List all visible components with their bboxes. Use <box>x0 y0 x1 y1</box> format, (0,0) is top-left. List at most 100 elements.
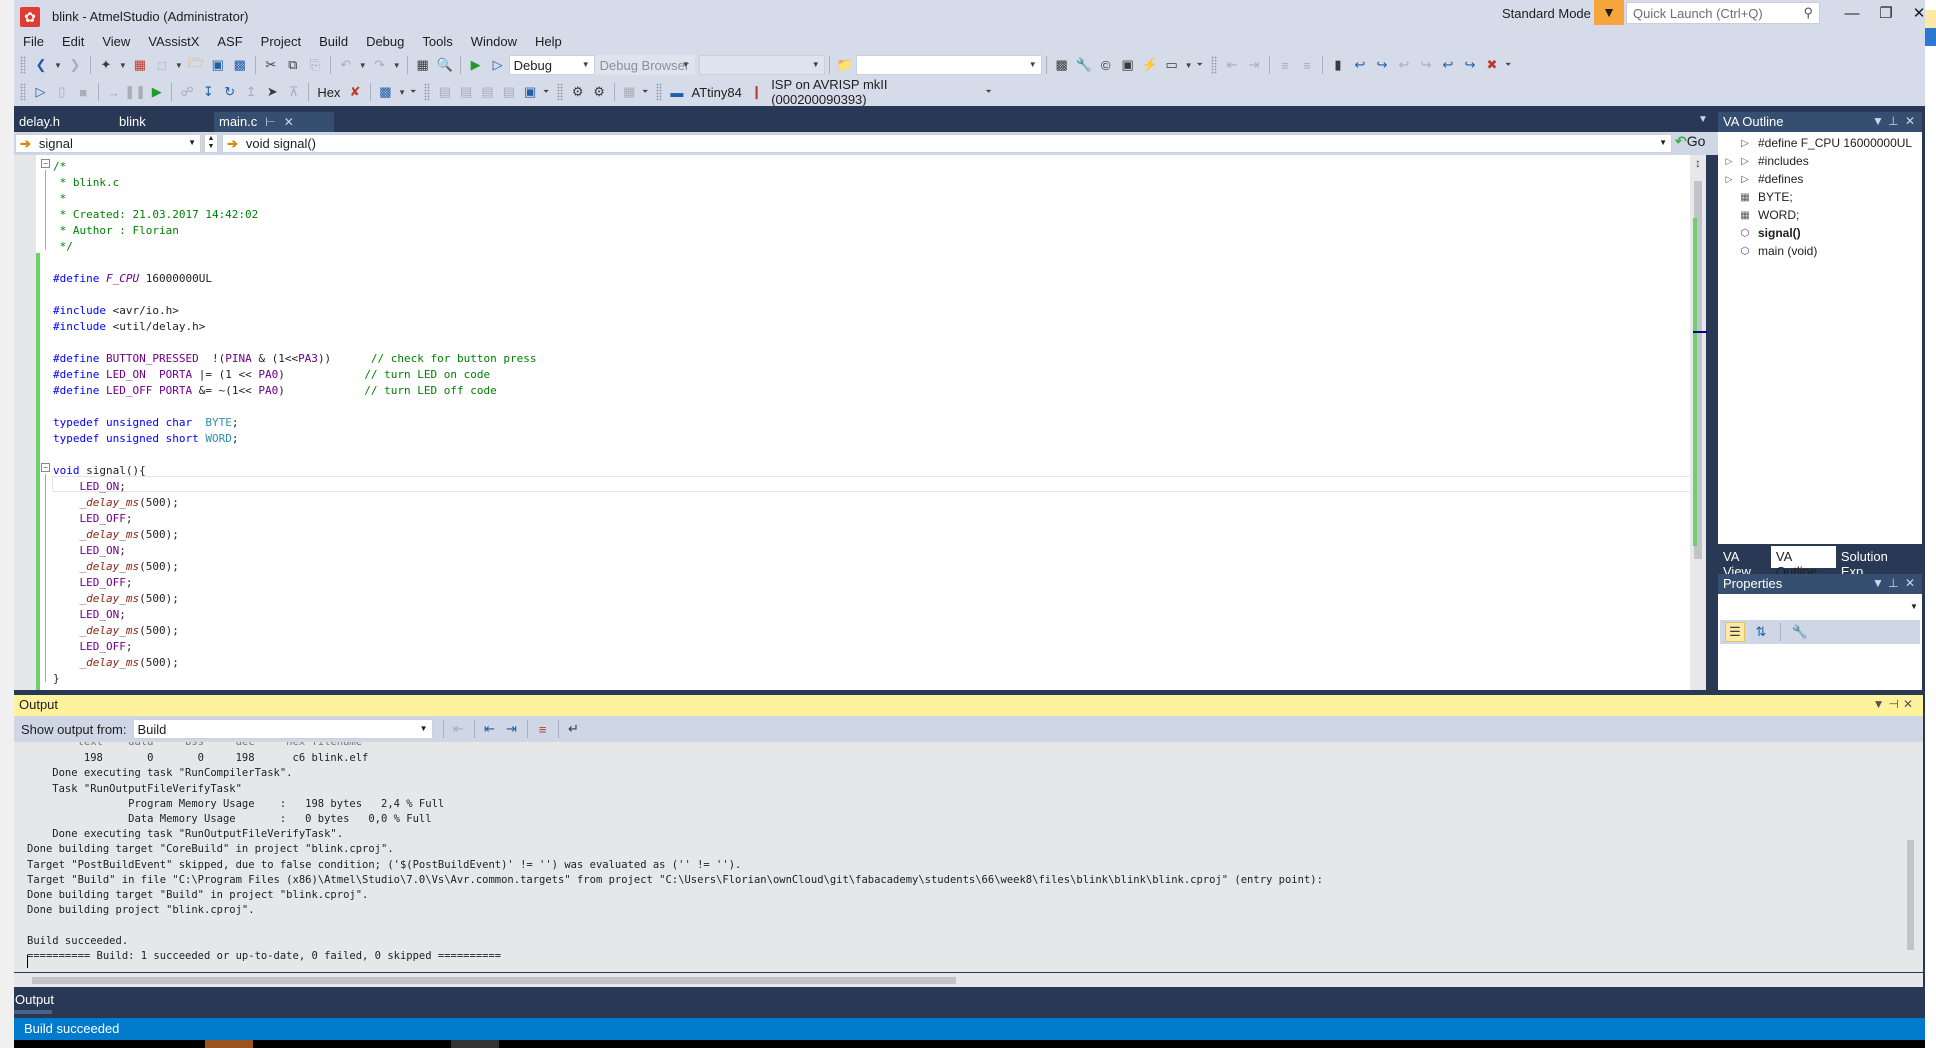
toolbar-grip[interactable] <box>424 83 431 101</box>
taskbar-item[interactable] <box>205 1040 253 1048</box>
outline-item[interactable]: ▦ BYTE; <box>1718 188 1922 206</box>
menu-asf[interactable]: ASF <box>208 32 251 52</box>
panel-menu-icon[interactable]: ▼ <box>1873 697 1889 711</box>
close-panel-icon[interactable]: ✕ <box>1903 697 1917 711</box>
undo-icon[interactable]: ↶ <box>336 55 356 75</box>
toolbar-overflow-icon[interactable]: ⏷ <box>985 87 991 97</box>
processor-status-icon[interactable]: ▣ <box>521 82 540 102</box>
menu-tools[interactable]: Tools <box>413 32 461 52</box>
toolbar-overflow-icon[interactable]: ⏷ <box>543 87 549 97</box>
menu-project[interactable]: Project <box>252 32 310 52</box>
start-debugging-icon[interactable]: ▶ <box>466 55 486 75</box>
memory-icon[interactable]: ▤ <box>478 82 497 102</box>
tool-selector[interactable]: ISP on AVRISP mkII (000200090393) <box>767 77 983 107</box>
expand-icon[interactable]: ▷ <box>1722 156 1736 167</box>
undo-dropdown-icon[interactable]: ▼ <box>359 61 367 70</box>
minimize-button[interactable]: — <box>1837 3 1867 25</box>
run-to-cursor-icon[interactable]: ➤ <box>263 82 282 102</box>
menu-help[interactable]: Help <box>526 32 571 52</box>
step-over-icon[interactable]: ↻ <box>220 82 239 102</box>
taskbar-item[interactable] <box>451 1040 499 1048</box>
toolbar-overflow-icon[interactable]: ⏷ <box>410 87 416 97</box>
toolbar-grip[interactable] <box>20 83 26 101</box>
breakpoints-window-icon[interactable]: ▩ <box>376 82 395 102</box>
toolbar-overflow-icon[interactable]: ⏷ <box>1505 60 1511 70</box>
find-in-files-icon[interactable]: 📁 <box>835 55 855 75</box>
find-message-in-code-icon[interactable]: ⇤ <box>449 719 469 739</box>
quick-build-icon[interactable]: ⚡ <box>1140 55 1160 75</box>
menu-debug[interactable]: Debug <box>357 32 413 52</box>
extensions-icon[interactable]: © <box>1096 55 1116 75</box>
quickwatch-icon[interactable]: ☍ <box>177 82 196 102</box>
categorized-icon[interactable]: ☰ <box>1725 622 1745 642</box>
redo-icon[interactable]: ↷ <box>370 55 390 75</box>
close-panel-icon[interactable]: ✕ <box>1905 576 1915 590</box>
increase-indent-icon[interactable]: ⇥ <box>1244 55 1264 75</box>
pin-icon[interactable]: ⊣ <box>1888 697 1902 711</box>
terminal-icon[interactable]: ▭ <box>1162 55 1182 75</box>
copy-icon[interactable]: ⧉ <box>283 55 303 75</box>
member-select[interactable]: ➔ void signal() ▼ <box>222 134 1672 153</box>
disable-breakpoints-icon[interactable]: ✘ <box>345 82 364 102</box>
object-select-dropdown-icon[interactable]: ▼ <box>1910 602 1918 611</box>
next-message-icon[interactable]: ⇥ <box>502 719 522 739</box>
show-next-statement-icon[interactable]: → <box>104 82 123 102</box>
add-item-icon[interactable]: □ <box>152 55 172 75</box>
terminal-dropdown-icon[interactable]: ▼ <box>1185 61 1193 70</box>
tab-overflow-dropdown-icon[interactable]: ▼ <box>1698 114 1708 125</box>
scope-select[interactable]: ➔ signal ▼ <box>15 134 201 153</box>
toolbar-grip[interactable] <box>557 83 564 101</box>
debug-browser-select[interactable]: Debug Browser ▼ <box>594 55 695 75</box>
pin-icon[interactable]: ⊥ <box>1888 576 1898 590</box>
toolbar-overflow-icon[interactable]: ⏷ <box>642 87 648 97</box>
erase-device-icon[interactable]: ⚙ <box>589 82 608 102</box>
toggle-word-wrap-icon[interactable]: ↵ <box>564 719 584 739</box>
expand-icon[interactable]: ▷ <box>1722 174 1736 185</box>
back-dropdown-icon[interactable]: ▼ <box>54 61 62 70</box>
menu-window[interactable]: Window <box>462 32 526 52</box>
outline-item[interactable]: ▷ #define F_CPU 16000000UL <box>1718 134 1922 152</box>
menu-file[interactable]: File <box>14 32 53 52</box>
device-info-icon[interactable]: ▦ <box>620 82 639 102</box>
find-icon[interactable]: 🔍 <box>435 55 455 75</box>
outline-item[interactable]: ⬡ main (void) <box>1718 242 1922 260</box>
close-window-button[interactable]: ✕ <box>1904 3 1934 25</box>
bookmark-icon[interactable]: ▮ <box>1328 55 1348 75</box>
pin-icon[interactable]: ⊥ <box>1888 114 1898 128</box>
step-into-icon[interactable]: ↧ <box>199 82 218 102</box>
tab-blink[interactable]: blink <box>114 112 214 132</box>
toolbar-grip[interactable] <box>20 56 26 74</box>
io-view-icon[interactable]: ▤ <box>499 82 518 102</box>
find-combo[interactable]: ▼ <box>855 55 1042 75</box>
tab-va-view[interactable]: VA View <box>1718 546 1771 579</box>
next-bookmark-folder-icon[interactable]: ↪ <box>1416 55 1436 75</box>
comment-icon[interactable]: ≡ <box>1275 55 1295 75</box>
continue-icon[interactable]: ▷ <box>31 82 50 102</box>
toolbar-grip[interactable] <box>1210 56 1217 74</box>
new-project-icon[interactable]: ✦ <box>96 55 116 75</box>
navigate-forward-icon[interactable]: ❯ <box>65 55 85 75</box>
collapse-function-icon[interactable]: − <box>41 463 50 472</box>
tab-output[interactable]: Output <box>14 992 55 1007</box>
redo-dropdown-icon[interactable]: ▼ <box>393 61 401 70</box>
run-icon[interactable]: ▶ <box>147 82 166 102</box>
close-panel-icon[interactable]: ✕ <box>1905 114 1915 128</box>
menu-vassistx[interactable]: VAssistX <box>139 32 208 52</box>
new-file-icon[interactable]: ▦ <box>130 55 150 75</box>
program-device-icon[interactable]: ⚙ <box>568 82 587 102</box>
save-all-icon[interactable]: ▩ <box>230 55 250 75</box>
next-bookmark-icon[interactable]: ↪ <box>1372 55 1392 75</box>
restore-button[interactable]: ❐ <box>1871 3 1901 25</box>
scope-spinner[interactable]: ▲ ▼ <box>204 134 218 153</box>
previous-bookmark-document-icon[interactable]: ↩ <box>1438 55 1458 75</box>
registers-icon[interactable]: ▤ <box>457 82 476 102</box>
start-without-debugging-icon[interactable]: ▷ <box>488 55 508 75</box>
feedback-filter-button[interactable]: ▼ <box>1594 0 1624 25</box>
output-vertical-scroll-thumb[interactable] <box>1907 840 1914 950</box>
open-file-icon[interactable]: 🗁 <box>186 55 206 75</box>
code-editor[interactable] <box>14 155 1690 690</box>
output-horizontal-scroll-thumb[interactable] <box>32 977 956 984</box>
tab-delay-h[interactable]: delay.h <box>14 112 114 132</box>
outline-item[interactable]: ▷ ▷ #defines <box>1718 170 1922 188</box>
quick-launch-input[interactable]: Quick Launch (Ctrl+Q) ⚲ <box>1626 2 1820 24</box>
